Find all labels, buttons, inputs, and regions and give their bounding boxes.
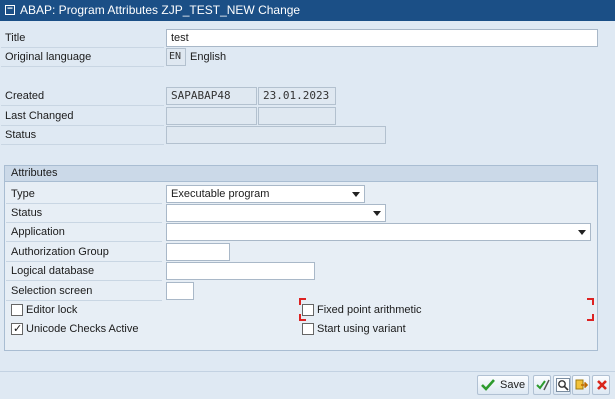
magnifier-icon <box>556 378 570 392</box>
check-wand-icon <box>536 379 550 391</box>
window-title: ABAP: Program Attributes ZJP_TEST_NEW Ch… <box>20 3 301 17</box>
original-language-label: Original language <box>5 51 92 63</box>
language-code-field: EN <box>166 48 186 66</box>
selection-screen-label: Selection screen <box>11 285 93 297</box>
copy-arrow-icon <box>575 379 589 390</box>
title-label: Title <box>5 32 26 44</box>
application-dropdown[interactable] <box>166 223 591 241</box>
sap-window-icon <box>5 5 15 15</box>
divider <box>1 105 164 106</box>
check-syntax-button[interactable] <box>533 375 551 395</box>
attributes-group: Attributes Type Executable program Statu… <box>4 165 598 351</box>
save-label: Save <box>500 379 526 391</box>
chevron-down-icon[interactable] <box>373 211 381 216</box>
application-label: Application <box>11 226 65 238</box>
status-attr-label: Status <box>11 207 43 219</box>
type-label: Type <box>11 188 35 200</box>
checkmark-icon: ✓ <box>13 323 23 335</box>
attributes-header: Attributes <box>5 166 597 182</box>
created-by-field: SAPABAP48 <box>166 87 257 105</box>
checkbox-box[interactable] <box>11 304 23 316</box>
editor-lock-label: Editor lock <box>26 304 78 316</box>
checkbox-box[interactable] <box>302 304 314 316</box>
created-label: Created <box>5 90 45 102</box>
save-button[interactable]: Save <box>477 375 529 395</box>
divider <box>1 144 164 145</box>
focus-corner <box>587 314 594 321</box>
status-dropdown[interactable] <box>166 204 386 222</box>
copy-button[interactable] <box>572 375 590 395</box>
authorization-group-input[interactable] <box>166 243 230 261</box>
type-value: Executable program <box>171 188 270 200</box>
language-name: English <box>190 51 227 63</box>
divider <box>1 66 164 67</box>
checkmark-icon <box>481 379 495 391</box>
window-title-bar: ABAP: Program Attributes ZJP_TEST_NEW Ch… <box>0 0 615 21</box>
divider <box>6 280 162 281</box>
logical-database-label: Logical database <box>11 265 95 277</box>
fixed-point-label: Fixed point arithmetic <box>317 304 422 316</box>
authorization-group-label: Authorization Group <box>11 246 109 258</box>
start-variant-label: Start using variant <box>317 323 406 335</box>
status-label: Status <box>5 129 37 141</box>
status-field <box>166 126 386 144</box>
type-dropdown[interactable]: Executable program <box>166 185 365 203</box>
focus-corner <box>587 298 594 305</box>
find-button[interactable] <box>553 375 571 395</box>
cancel-button[interactable] <box>592 375 610 395</box>
checkbox-box[interactable] <box>302 323 314 335</box>
selection-screen-input[interactable] <box>166 282 194 300</box>
chevron-down-icon[interactable] <box>352 192 360 197</box>
created-date-field: 23.01.2023 <box>258 87 336 105</box>
changed-by-field <box>166 107 257 125</box>
divider <box>6 300 162 301</box>
chevron-down-icon[interactable] <box>578 230 586 235</box>
divider <box>6 241 162 242</box>
logical-database-input[interactable] <box>166 262 315 280</box>
bottom-toolbar: Save <box>0 371 615 399</box>
checkbox-box[interactable]: ✓ <box>11 323 23 335</box>
last-changed-label: Last Changed <box>5 110 74 122</box>
unicode-checks-label: Unicode Checks Active <box>26 323 139 335</box>
close-icon <box>597 380 607 390</box>
changed-date-field <box>258 107 336 125</box>
title-input[interactable]: test <box>166 29 598 47</box>
